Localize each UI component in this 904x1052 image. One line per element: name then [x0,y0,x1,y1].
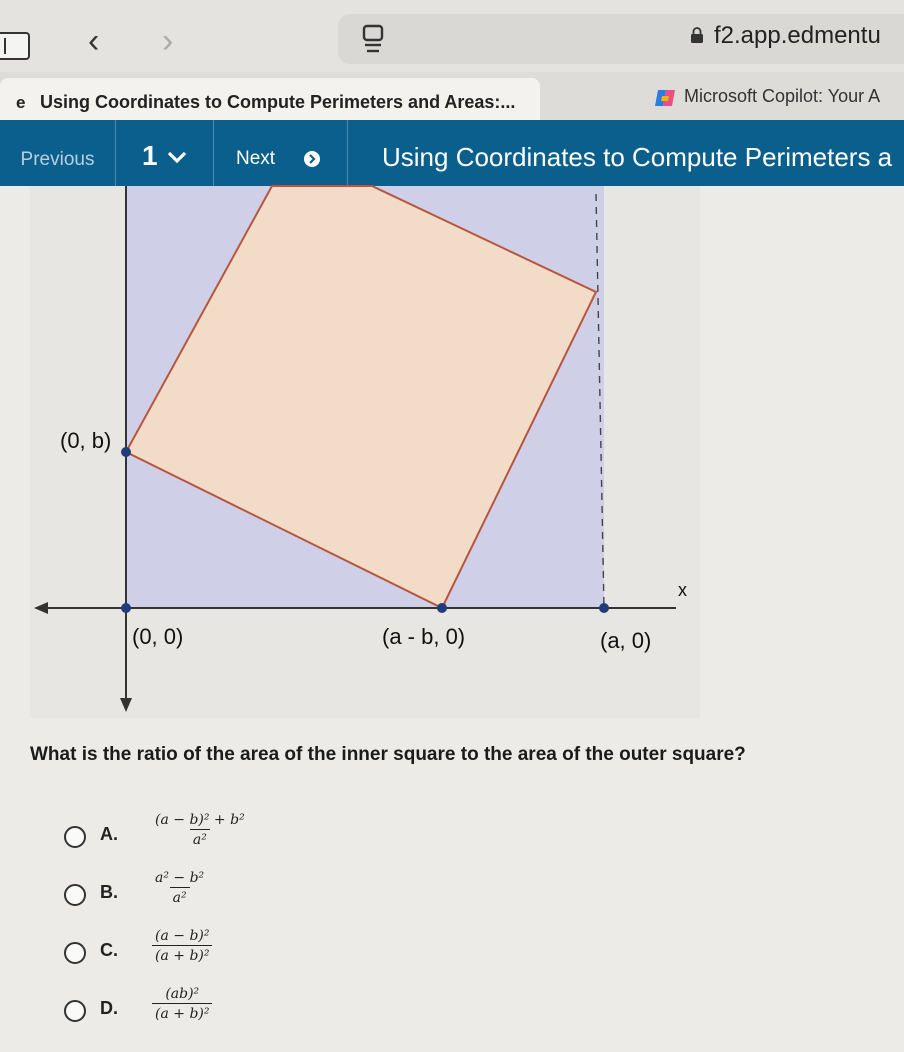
numerator: (a − b)² [155,928,210,944]
option-letter: D. [100,998,118,1018]
denominator: (a + b)² [152,1003,213,1022]
numerator: a² − b² [155,870,205,886]
option-letter: B. [100,882,118,902]
denominator: a² [189,829,210,848]
point-a-minus-b [437,603,447,613]
option-letter: A. [100,824,118,844]
x-axis-arrow-left [34,602,48,614]
denominator: a² [169,887,190,906]
point-a-0 [599,603,609,613]
label-a-minus-b: (a - b, 0) [382,624,466,649]
numerator: (a − b)² + b² [155,812,245,828]
option-letter: C. [100,940,118,960]
option-fraction: (a − b)² (a + b)² [152,928,213,964]
label-origin: (0, 0) [132,624,184,649]
option-fraction: (ab)² (a + b)² [152,986,213,1022]
radio-button[interactable] [64,884,86,906]
point-origin [121,603,131,613]
label-0-b: (0, b) [60,428,112,453]
radio-button[interactable] [64,826,86,848]
numerator: (ab)² [165,986,200,1002]
question-text: What is the ratio of the area of the inn… [30,744,746,765]
radio-button[interactable] [64,942,86,964]
point-0-b [121,447,131,457]
option-a[interactable]: A. (a − b)² + b² a² [64,812,464,868]
option-fraction: a² − b² a² [152,870,207,906]
option-d[interactable]: D. (ab)² (a + b)² [64,986,464,1042]
option-b[interactable]: B. a² − b² a² [64,870,464,926]
option-c[interactable]: C. (a − b)² (a + b)² [64,928,464,984]
option-fraction: (a − b)² + b² a² [152,812,248,848]
label-x-axis: x [678,580,687,600]
label-a-0: (a, 0) [600,628,652,653]
y-axis-arrow-down [120,698,132,712]
radio-button[interactable] [64,1000,86,1022]
denominator: (a + b)² [152,945,213,964]
